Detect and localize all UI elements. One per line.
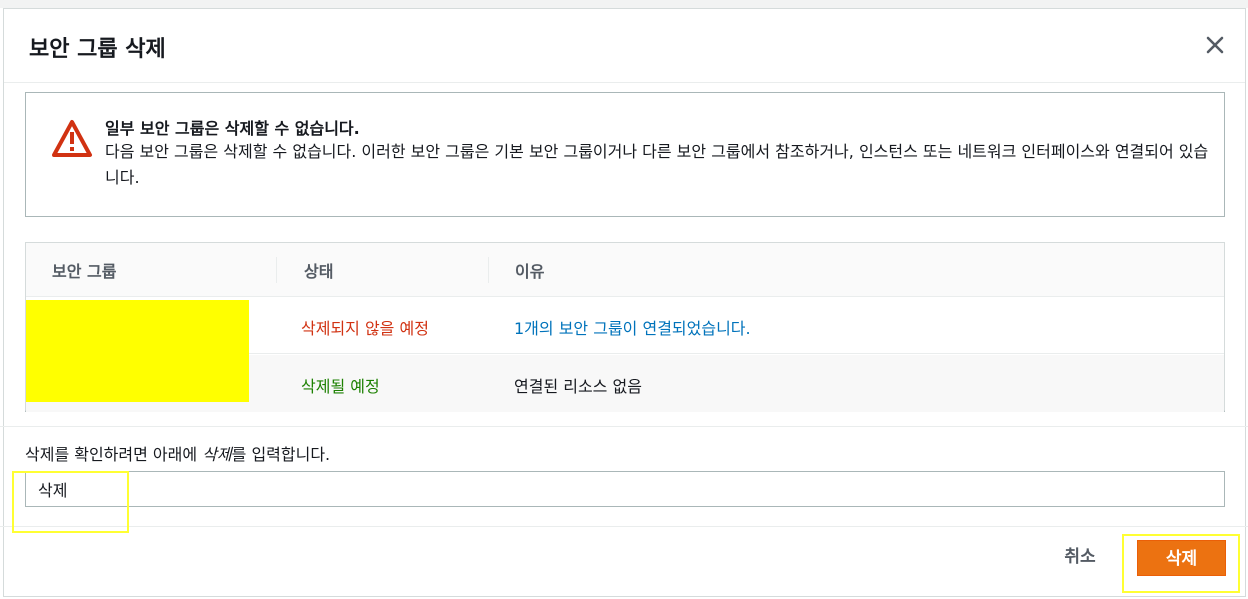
column-header-reason[interactable]: 이유: [515, 258, 544, 282]
redacted-security-group-names: [26, 300, 249, 402]
table-header: 보안 그룹 상태 이유: [26, 243, 1224, 297]
section-divider: [0, 426, 1248, 427]
column-divider: [276, 257, 277, 283]
warning-alert: 일부 보안 그룹은 삭제할 수 없습니다. 다음 보안 그룹은 삭제할 수 없습…: [25, 92, 1225, 217]
reason-cell: 연결된 리소스 없음: [514, 377, 642, 396]
confirm-label-keyword: 삭제: [202, 445, 232, 464]
reason-link[interactable]: 1개의 보안 그룹이 연결되었습니다.: [514, 315, 751, 339]
column-header-status[interactable]: 상태: [304, 258, 333, 282]
footer-divider: [0, 526, 1248, 527]
column-header-security-group[interactable]: 보안 그룹: [52, 258, 116, 282]
page-backdrop: [0, 0, 1248, 8]
highlight-box-input: [12, 471, 129, 533]
column-divider: [488, 257, 489, 283]
modal-header: 보안 그룹 삭제: [4, 9, 1245, 83]
modal-title: 보안 그룹 삭제: [29, 37, 166, 62]
close-icon[interactable]: [1203, 33, 1227, 57]
alert-message: 다음 보안 그룹은 삭제할 수 없습니다. 이러한 보안 그룹은 기본 보안 그…: [105, 142, 1209, 187]
status-cell: 삭제될 예정: [301, 377, 380, 396]
highlight-box-delete: [1122, 534, 1240, 593]
status-cell: 삭제되지 않을 예정: [301, 319, 429, 338]
confirm-delete-input[interactable]: [25, 471, 1225, 507]
cancel-button[interactable]: 취소: [1050, 542, 1110, 572]
confirm-delete-label: 삭제를 확인하려면 아래에 삭제를 입력합니다.: [25, 441, 330, 465]
warning-triangle-icon: [51, 119, 93, 159]
alert-title: 일부 보안 그룹은 삭제할 수 없습니다.: [105, 119, 360, 138]
confirm-label-prefix: 삭제를 확인하려면 아래에: [25, 445, 203, 464]
confirm-label-suffix: 를 입력합니다.: [231, 445, 331, 464]
